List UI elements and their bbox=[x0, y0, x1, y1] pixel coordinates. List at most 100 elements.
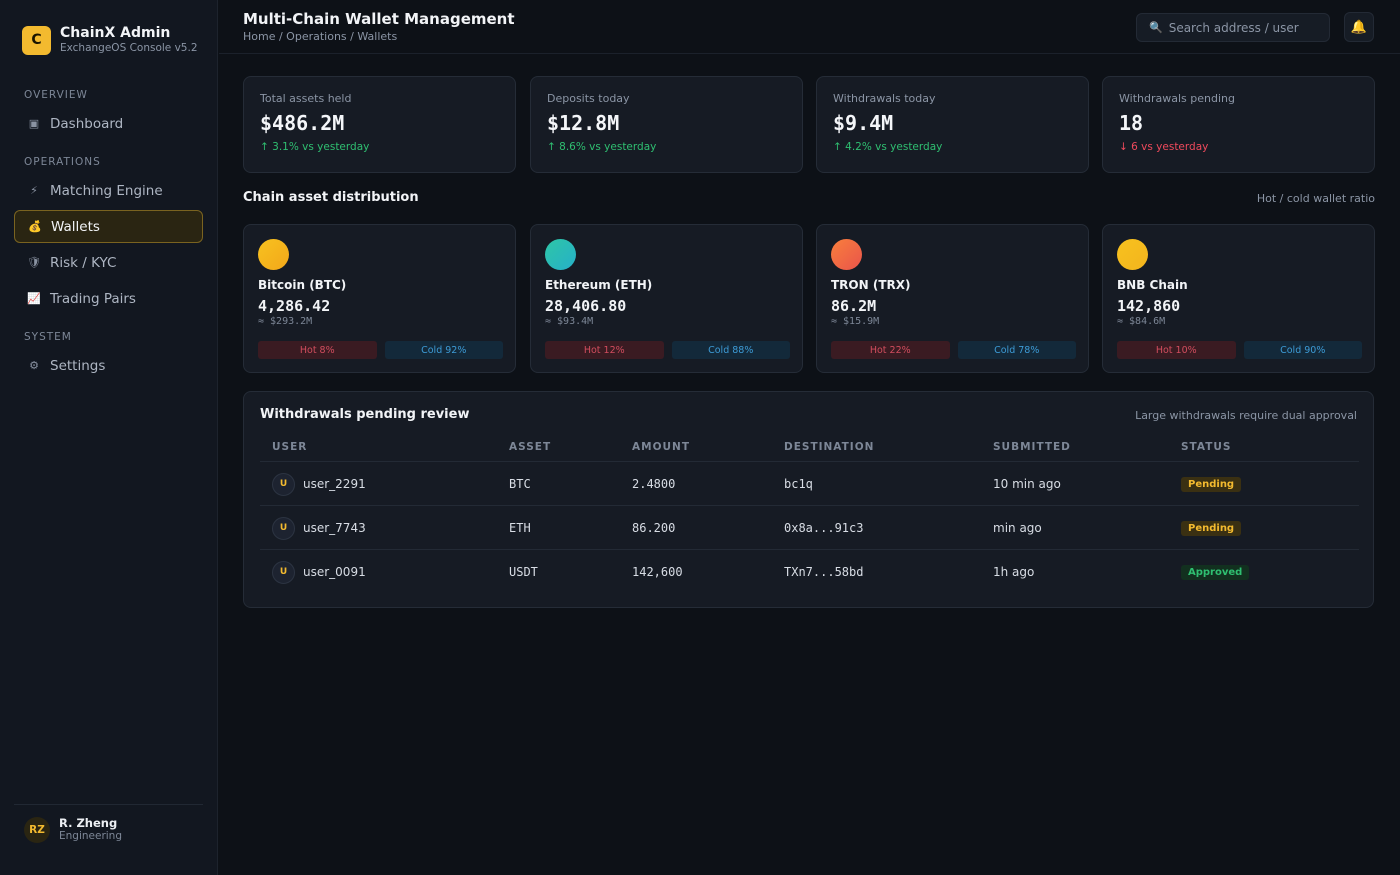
sidebar-item-risk-kyc[interactable]: 🛡 Risk / KYC bbox=[14, 246, 203, 279]
dashboard-icon: ▣ bbox=[28, 117, 40, 130]
cell-submitted: min ago bbox=[993, 521, 1042, 535]
cell-destination: TXn7...58bd bbox=[784, 565, 864, 579]
lightning-icon: ⚡ bbox=[30, 184, 38, 197]
sidebar-item-settings[interactable]: ⚙ Settings bbox=[14, 349, 203, 382]
chain-card-bnb[interactable]: BNB Chain 142,860 ≈ $84.6M Hot 10% Cold … bbox=[1102, 224, 1375, 373]
nav-section-overview: OVERVIEW bbox=[24, 89, 88, 101]
table-row[interactable]: U user_2291 BTC 2.4800 bc1q 10 min ago P… bbox=[260, 462, 1359, 506]
chain-card-trx[interactable]: TRON (TRX) 86.2M ≈ $15.9M Hot 22% Cold 7… bbox=[816, 224, 1089, 373]
breadcrumb[interactable]: Home / Operations / Wallets bbox=[243, 30, 397, 43]
hot-cold-ratio: Hot 12% Cold 88% bbox=[545, 341, 790, 359]
hot-cold-ratio: Hot 8% Cold 92% bbox=[258, 341, 503, 359]
stat-delta: ↑ 8.6% vs yesterday bbox=[547, 141, 657, 153]
search-placeholder: Search address / user bbox=[1168, 20, 1299, 35]
chain-name: TRON (TRX) bbox=[831, 278, 911, 292]
cell-asset: ETH bbox=[509, 521, 531, 535]
stat-value: $9.4M bbox=[833, 111, 894, 135]
chain-name: BNB Chain bbox=[1117, 278, 1188, 292]
cell-submitted: 10 min ago bbox=[993, 477, 1061, 491]
chain-card-btc[interactable]: Bitcoin (BTC) 4,286.42 ≈ $293.2M Hot 8% … bbox=[243, 224, 516, 373]
sidebar-item-label: Risk / KYC bbox=[50, 254, 117, 271]
sidebar-item-label: Settings bbox=[50, 357, 106, 374]
chain-usd-value: ≈ $15.9M bbox=[831, 316, 880, 327]
stat-card-deposits: Deposits today $12.8M ↑ 8.6% vs yesterda… bbox=[530, 76, 803, 173]
stat-label: Withdrawals today bbox=[833, 92, 936, 105]
user-card[interactable]: RZ R. Zheng Engineering bbox=[14, 804, 203, 843]
search-icon: 🔍 bbox=[1149, 21, 1163, 34]
chart-icon: 📈 bbox=[27, 292, 41, 305]
hot-ratio-label: Hot 10% bbox=[1117, 341, 1236, 359]
user-avatar: U bbox=[272, 472, 295, 496]
page-title: Multi-Chain Wallet Management bbox=[243, 10, 515, 28]
cell-user: user_2291 bbox=[303, 477, 366, 491]
cell-destination: 0x8a...91c3 bbox=[784, 521, 864, 535]
nav-section-system: SYSTEM bbox=[24, 331, 72, 343]
stat-value: $12.8M bbox=[547, 111, 620, 135]
sidebar-item-trading-pairs[interactable]: 📈 Trading Pairs bbox=[14, 282, 203, 315]
distribution-title: Chain asset distribution bbox=[243, 190, 419, 205]
cell-submitted: 1h ago bbox=[993, 565, 1035, 579]
column-header-status[interactable]: STATUS bbox=[1181, 441, 1231, 453]
stat-card-total-assets: Total assets held $486.2M ↑ 3.1% vs yest… bbox=[243, 76, 516, 173]
status-badge: Pending bbox=[1181, 476, 1242, 492]
sidebar-item-matching-engine[interactable]: ⚡ Matching Engine bbox=[14, 174, 203, 207]
user-avatar: U bbox=[272, 560, 295, 584]
sidebar-item-label: Trading Pairs bbox=[50, 290, 136, 307]
cell-user: user_0091 bbox=[303, 565, 366, 579]
distribution-note: Hot / cold wallet ratio bbox=[1256, 192, 1375, 205]
status-badge: Approved bbox=[1181, 564, 1250, 580]
gear-icon: ⚙ bbox=[29, 359, 39, 372]
stat-value: 18 bbox=[1119, 111, 1144, 135]
withdrawals-table-card: Withdrawals pending review Large withdra… bbox=[243, 391, 1374, 608]
status-badge: Pending bbox=[1181, 520, 1242, 536]
column-header-destination[interactable]: DESTINATION bbox=[784, 441, 874, 453]
chain-amount: 86.2M bbox=[831, 297, 877, 315]
tron-coin-icon bbox=[831, 239, 862, 270]
money-bag-icon: 💰 bbox=[28, 220, 42, 233]
user-avatar: U bbox=[272, 516, 295, 540]
column-header-asset[interactable]: ASSET bbox=[509, 441, 551, 453]
chain-card-eth[interactable]: Ethereum (ETH) 28,406.80 ≈ $93.4M Hot 12… bbox=[530, 224, 803, 373]
column-header-user[interactable]: USER bbox=[272, 441, 307, 453]
cell-amount: 86.200 bbox=[632, 521, 676, 535]
chain-amount: 4,286.42 bbox=[258, 297, 331, 315]
notifications-button[interactable]: 🔔 bbox=[1344, 12, 1374, 42]
sidebar-item-wallets[interactable]: 💰 Wallets bbox=[14, 210, 203, 243]
cold-ratio-label: Cold 90% bbox=[1243, 341, 1362, 359]
stat-card-withdrawals: Withdrawals today $9.4M ↑ 4.2% vs yester… bbox=[816, 76, 1089, 173]
chain-amount: 28,406.80 bbox=[545, 297, 627, 315]
stat-label: Deposits today bbox=[547, 92, 630, 105]
cold-ratio-label: Cold 78% bbox=[957, 341, 1076, 359]
column-header-amount[interactable]: AMOUNT bbox=[632, 441, 690, 453]
table-row[interactable]: U user_0091 USDT 142,600 TXn7...58bd 1h … bbox=[260, 550, 1359, 594]
bnb-coin-icon bbox=[1117, 239, 1148, 270]
cold-ratio-label: Cold 88% bbox=[671, 341, 790, 359]
sidebar-item-dashboard[interactable]: ▣ Dashboard bbox=[14, 107, 203, 140]
user-role: Engineering bbox=[59, 830, 122, 842]
cell-amount: 142,600 bbox=[632, 565, 683, 579]
bell-icon: 🔔 bbox=[1350, 19, 1368, 35]
hot-ratio-label: Hot 12% bbox=[545, 341, 664, 359]
avatar: RZ bbox=[24, 817, 50, 843]
sidebar: C ChainX Admin ExchangeOS Console v5.2 O… bbox=[0, 0, 218, 875]
cold-ratio-label: Cold 92% bbox=[384, 341, 503, 359]
table-row[interactable]: U user_7743 ETH 86.200 0x8a...91c3 min a… bbox=[260, 506, 1359, 550]
stat-delta: ↑ 3.1% vs yesterday bbox=[260, 141, 370, 153]
search-input[interactable]: 🔍 Search address / user bbox=[1136, 13, 1330, 42]
brand-logo: C bbox=[22, 25, 51, 55]
cell-asset: USDT bbox=[509, 565, 538, 579]
column-header-submitted[interactable]: SUBMITTED bbox=[993, 441, 1071, 453]
chain-usd-value: ≈ $84.6M bbox=[1117, 316, 1166, 327]
sidebar-item-label: Matching Engine bbox=[50, 182, 163, 199]
chain-name: Bitcoin (BTC) bbox=[258, 278, 347, 292]
chain-usd-value: ≈ $93.4M bbox=[545, 316, 594, 327]
brand[interactable]: C ChainX Admin ExchangeOS Console v5.2 bbox=[22, 25, 198, 55]
table-note: Large withdrawals require dual approval bbox=[1135, 409, 1357, 422]
hot-cold-ratio: Hot 22% Cold 78% bbox=[831, 341, 1076, 359]
chain-amount: 142,860 bbox=[1117, 297, 1181, 315]
stat-delta: ↓ 6 vs yesterday bbox=[1119, 141, 1209, 153]
sidebar-item-label: Dashboard bbox=[50, 115, 124, 132]
bitcoin-coin-icon bbox=[258, 239, 289, 270]
table-title: Withdrawals pending review bbox=[260, 407, 470, 422]
cell-user: user_7743 bbox=[303, 521, 366, 535]
